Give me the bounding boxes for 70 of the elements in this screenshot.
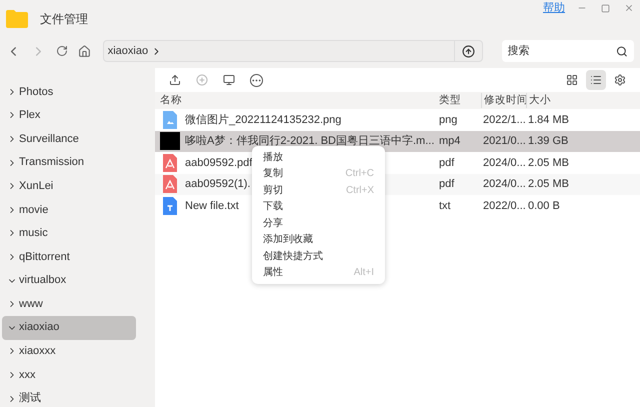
sidebar-item[interactable]: movie <box>2 198 136 222</box>
address-bar[interactable]: xiaoxiao <box>102 40 483 62</box>
file-size: 2.05 MB <box>527 156 569 170</box>
file-modified: 2024/0... <box>482 156 526 170</box>
file-type: mp4 <box>438 134 462 149</box>
folder-icon <box>6 10 28 28</box>
file-name: aab09592(1). <box>185 178 250 190</box>
sidebar-item[interactable]: XunLei <box>2 174 136 198</box>
sidebar-item[interactable]: virtualbox <box>2 268 136 292</box>
file-type: txt <box>438 198 452 214</box>
sidebar-item[interactable]: music <box>2 222 136 246</box>
menu-shortcut: Ctrl+X <box>346 184 374 198</box>
refresh-icon[interactable] <box>56 45 68 57</box>
sidebar-item[interactable]: xiaoxxx <box>2 340 136 364</box>
help-link[interactable]: 帮助 <box>543 0 565 16</box>
settings-icon[interactable] <box>614 74 626 86</box>
menu-item[interactable]: 创建快捷方式 <box>252 248 385 264</box>
column-header[interactable]: 类型 <box>437 92 481 108</box>
pdf-file-icon <box>163 154 177 172</box>
sidebar-item[interactable]: xiaoxiao <box>2 316 136 340</box>
window-title: 文件管理 <box>40 11 88 28</box>
file-size: 2.05 MB <box>527 177 569 192</box>
file-size: 1.39 GB <box>527 134 568 149</box>
file-name: 微信图片_20221124135232.png <box>185 114 342 126</box>
file-type: pdf <box>438 177 456 192</box>
video-thumbnail-icon <box>160 132 180 150</box>
maximize-icon[interactable] <box>601 4 610 12</box>
text-file-icon <box>163 196 177 215</box>
sidebar-item[interactable]: Surveillance <box>2 127 136 151</box>
search-input[interactable]: 搜索 <box>508 42 616 60</box>
menu-item[interactable]: 分享 <box>252 215 385 232</box>
list-view-button[interactable] <box>586 70 606 90</box>
monitor-icon[interactable] <box>223 74 235 86</box>
column-header[interactable]: 名称 <box>155 92 437 108</box>
grid-view-icon[interactable] <box>566 74 578 86</box>
sidebar-item[interactable]: www <box>2 292 136 316</box>
menu-item[interactable]: 添加到收藏 <box>252 232 385 248</box>
sidebar-item[interactable]: Plex <box>2 104 136 128</box>
file-name: New file.txt <box>185 200 239 212</box>
sidebar-item[interactable]: qBittorrent <box>2 245 136 269</box>
search-field[interactable]: 搜索 <box>502 40 634 62</box>
file-size: 0.00 B <box>527 198 560 214</box>
file-modified: 2022/0... <box>482 198 526 214</box>
menu-shortcut: Alt+I <box>354 266 374 280</box>
search-icon[interactable] <box>616 44 628 58</box>
close-icon[interactable] <box>624 3 634 13</box>
pdf-file-icon <box>163 175 177 194</box>
sidebar-item[interactable]: Transmission <box>2 150 136 174</box>
file-modified: 2022/1... <box>482 112 526 128</box>
sidebar-item[interactable]: xxx <box>2 363 136 387</box>
menu-item[interactable]: 下载 <box>252 198 385 215</box>
more-icon[interactable] <box>250 74 263 86</box>
sidebar-item[interactable]: 测试 <box>2 386 136 407</box>
file-type: pdf <box>438 156 456 170</box>
file-type: png <box>438 112 458 128</box>
file-size: 1.84 MB <box>527 112 569 128</box>
up-folder-icon[interactable] <box>462 44 475 58</box>
path-segment[interactable]: xiaoxiao <box>108 42 148 60</box>
sidebar-item[interactable]: Photos <box>2 80 136 104</box>
column-header[interactable]: 大小 <box>526 92 551 108</box>
file-modified: 2024/0... <box>482 177 526 192</box>
menu-item[interactable]: 属性 Alt+I <box>252 264 385 281</box>
file-row[interactable]: 哆啦A梦：伴我同行2-2021. BD国粤日三语中字.m... mp4 2021/0... 1.39 GB <box>155 130 640 152</box>
menu-item[interactable]: 播放 <box>252 149 385 166</box>
upload-icon[interactable] <box>169 74 181 86</box>
image-file-icon <box>163 110 177 129</box>
file-modified: 2021/0... <box>482 134 526 149</box>
file-name: aab09592.pdf <box>185 156 252 168</box>
home-icon[interactable] <box>78 44 91 58</box>
file-name: 哆啦A梦：伴我同行2-2021. BD国粤日三语中字.m... <box>185 135 434 147</box>
